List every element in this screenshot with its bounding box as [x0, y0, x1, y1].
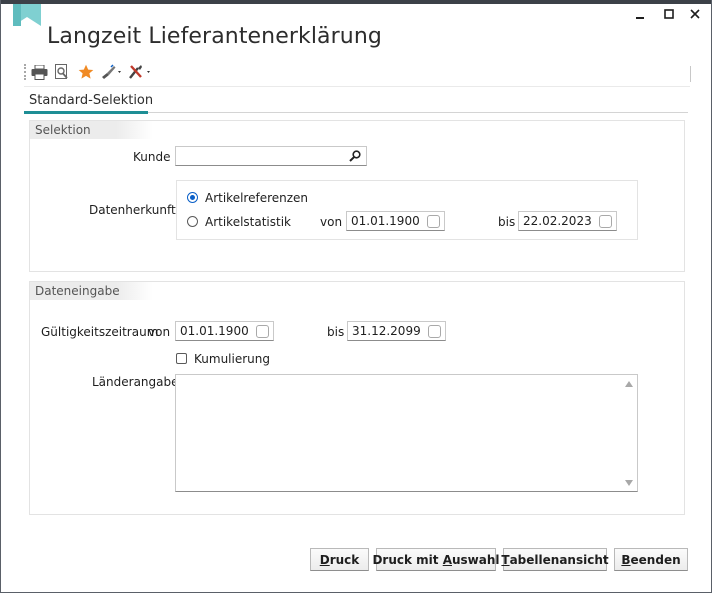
print-button[interactable] — [31, 62, 48, 82]
search-icon[interactable] — [349, 150, 361, 162]
druck-mit-auswahl-label-post: uswahl — [452, 552, 500, 567]
druck-button-mnemonic: D — [319, 552, 330, 567]
scroll-down-arrow-icon[interactable] — [625, 480, 633, 486]
tabellenansicht-button[interactable]: Tabellenansicht — [501, 548, 609, 571]
herkunft-von-date-input[interactable]: 01.01.1900 — [346, 211, 445, 231]
window-title: Langzeit Lieferantenerklärung — [47, 24, 382, 49]
dateneingabe-header: Dateneingabe — [30, 282, 153, 300]
herkunft-bis-date-input[interactable]: 22.02.2023 — [518, 211, 617, 231]
datenherkunft-box — [176, 180, 638, 240]
calendar-icon[interactable] — [599, 215, 612, 228]
druck-mit-auswahl-button[interactable]: Druck mit Auswahl — [372, 548, 500, 571]
scroll-up-arrow-icon[interactable] — [625, 381, 633, 387]
herkunft-von-label: von — [320, 215, 343, 229]
preview-icon — [55, 64, 68, 79]
radio-artikelstatistik[interactable] — [187, 216, 198, 227]
tabellenansicht-mnemonic: T — [501, 552, 510, 567]
herkunft-von-value: 01.01.1900 — [351, 214, 420, 228]
brush-dropdown-icon — [102, 64, 121, 79]
artikelreferenzen-label: Artikelreferenzen — [205, 191, 309, 205]
favorite-button[interactable] — [78, 62, 94, 82]
selektion-header: Selektion — [30, 121, 153, 139]
toolbar-end-separator — [690, 66, 691, 82]
print-icon — [31, 64, 48, 80]
maximize-button[interactable] — [658, 5, 680, 23]
kunde-input[interactable] — [175, 146, 367, 166]
toolbar-divider — [24, 86, 690, 87]
herkunft-bis-value: 22.02.2023 — [523, 214, 592, 228]
tab-strip-rule — [148, 112, 688, 113]
brush-dropdown-button[interactable] — [100, 62, 124, 82]
window-top-border — [0, 0, 712, 4]
gueltig-bis-label: bis — [327, 325, 345, 339]
calendar-icon[interactable] — [428, 325, 441, 338]
tools-dropdown-button[interactable] — [128, 62, 154, 82]
druck-button-label-post: ruck — [329, 552, 360, 567]
minimize-icon — [636, 17, 644, 19]
maximize-icon — [664, 9, 674, 19]
window-left-border — [0, 0, 1, 593]
tab-standard-selektion[interactable]: Standard-Selektion — [24, 90, 158, 112]
close-button[interactable] — [684, 5, 706, 23]
druck-mit-auswahl-mnemonic: A — [442, 552, 452, 567]
gueltig-bis-date-input[interactable]: 31.12.2099 — [347, 321, 446, 341]
beenden-label-post: eenden — [630, 552, 681, 567]
laenderangabe-textarea[interactable] — [175, 374, 638, 492]
gueltigkeitszeitraum-label: Gültigkeitszeitraum — [41, 325, 159, 339]
vertical-scrollbar[interactable] — [622, 375, 637, 491]
beenden-button[interactable]: Beenden — [614, 548, 688, 571]
beenden-mnemonic: B — [621, 552, 631, 567]
calendar-icon[interactable] — [427, 215, 440, 228]
tabellenansicht-label-post: abellenansicht — [509, 552, 609, 567]
tab-active-indicator — [24, 111, 148, 114]
minimize-button[interactable] — [629, 5, 651, 23]
kumulierung-checkbox[interactable] — [176, 353, 187, 364]
favorite-star-icon — [78, 64, 94, 79]
artikelstatistik-label: Artikelstatistik — [205, 215, 292, 229]
calendar-icon[interactable] — [256, 325, 269, 338]
gueltig-von-label: von — [148, 325, 171, 339]
gueltig-bis-value: 31.12.2099 — [352, 324, 421, 338]
preview-button[interactable] — [55, 62, 69, 82]
herkunft-bis-label: bis — [498, 215, 516, 229]
druck-button[interactable]: Druck — [310, 548, 369, 571]
gueltig-von-date-input[interactable]: 01.01.1900 — [175, 321, 274, 341]
kumulierung-label: Kumulierung — [194, 352, 270, 366]
druck-mit-auswahl-label-pre: Druck mit — [372, 552, 443, 567]
gueltig-von-value: 01.01.1900 — [180, 324, 249, 338]
datenherkunft-label: Datenherkunft — [89, 203, 176, 217]
radio-artikelreferenzen[interactable] — [187, 192, 198, 203]
toolbar-grip — [24, 64, 27, 80]
kunde-label: Kunde — [133, 150, 171, 164]
close-icon — [690, 9, 700, 19]
tools-dropdown-icon — [129, 65, 150, 79]
laenderangabe-label: Länderangabe — [92, 375, 179, 389]
bookmark-icon[interactable] — [13, 4, 41, 26]
